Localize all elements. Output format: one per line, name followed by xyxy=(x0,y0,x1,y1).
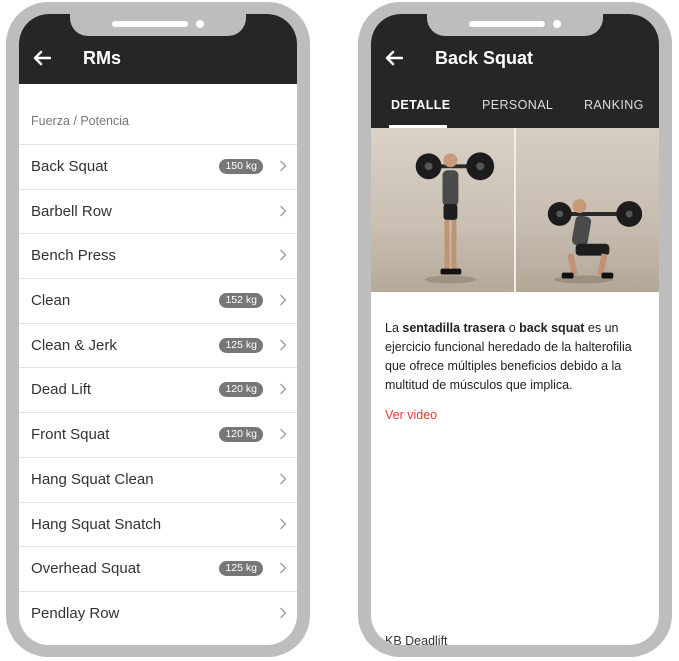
exercise-name: Hang Squat Clean xyxy=(31,470,154,488)
tab-personal[interactable]: PERSONAL xyxy=(482,98,553,112)
exercise-name: Clean xyxy=(31,292,71,310)
chevron-right-icon xyxy=(280,562,287,574)
description-text: o xyxy=(505,321,520,335)
speaker xyxy=(112,21,188,27)
chevron-right-icon xyxy=(280,518,287,529)
chevron-right-icon xyxy=(280,205,287,217)
list-item[interactable]: Hang Squat Clean xyxy=(19,456,297,502)
list-item[interactable]: Clean 152 kg xyxy=(19,278,297,323)
exercise-name: Clean & Jerk xyxy=(31,336,117,354)
phone-frame-left: RMs Fuerza / Potencia Back Squat 150 kg Ba… xyxy=(6,2,310,657)
list-item[interactable]: Hang Squat Snatch xyxy=(19,501,297,547)
exercise-name: Overhead Squat xyxy=(31,560,141,578)
speaker xyxy=(469,21,545,27)
exercise-list: Back Squat 150 kg Barbell Row Bench Press Cl… xyxy=(19,144,297,636)
chevron-right-icon xyxy=(280,160,287,172)
exercise-name: Pendlay Row xyxy=(31,604,120,622)
exercise-name: Bench Press xyxy=(31,247,117,265)
list-item[interactable]: Front Squat 120 kg xyxy=(19,412,297,457)
list-item[interactable]: Back Squat 150 kg xyxy=(19,144,297,189)
rm-weight-badge: 125 kg xyxy=(219,561,263,577)
exercise-name: Dead Lift xyxy=(31,381,92,399)
rm-weight-badge: 120 kg xyxy=(219,382,263,398)
section-label: Fuerza / Potencia xyxy=(31,114,129,128)
rm-weight-badge: 150 kg xyxy=(219,159,263,174)
deep-squat-photo xyxy=(514,128,659,292)
exercise-name: Barbell Row xyxy=(31,202,112,220)
phone-frame-right: Back Squat DETALLE PERSONAL RANKING La s… xyxy=(358,2,672,657)
phone-notch xyxy=(70,14,246,36)
athlete-squatting-illustration xyxy=(547,199,643,284)
exercise-name: Hang Squat Snatch xyxy=(31,515,162,533)
description-bold-term: sentadilla trasera xyxy=(402,321,506,335)
description-text: La xyxy=(385,321,403,335)
camera xyxy=(196,20,204,28)
exercise-name: Front Squat xyxy=(31,426,110,444)
page-title: RMs xyxy=(83,48,122,68)
list-item[interactable]: Bench Press xyxy=(19,233,297,278)
chevron-right-icon xyxy=(280,249,287,261)
list-item[interactable]: Pendlay Row xyxy=(19,590,297,636)
next-exercise-item[interactable]: KB Deadlift xyxy=(385,634,448,645)
list-item[interactable]: Barbell Row xyxy=(19,188,297,234)
rm-weight-badge: 152 kg xyxy=(219,293,263,309)
tab-ranking[interactable]: RANKING xyxy=(584,98,644,112)
exercise-description: La sentadilla trasera o back squat es un… xyxy=(385,319,645,395)
chevron-right-icon xyxy=(280,339,287,351)
rm-weight-badge: 125 kg xyxy=(219,337,263,353)
arrow-left-icon[interactable] xyxy=(385,50,403,66)
tab-detalle[interactable]: DETALLE xyxy=(391,98,451,112)
tab-bar: DETALLE PERSONAL RANKING xyxy=(371,84,659,128)
exercise-detail-screen: Back Squat DETALLE PERSONAL RANKING La s… xyxy=(371,14,659,645)
phone-notch xyxy=(427,14,603,36)
chevron-right-icon xyxy=(280,607,287,619)
page-title: Back Squat xyxy=(435,48,534,68)
description-bold-term: back squat xyxy=(519,321,585,335)
athlete-standing-illustration xyxy=(415,152,495,284)
chevron-right-icon xyxy=(280,473,287,485)
exercise-name: Back Squat xyxy=(31,158,108,175)
list-item[interactable]: Overhead Squat 125 kg xyxy=(19,546,297,591)
list-item[interactable]: Dead Lift 120 kg xyxy=(19,367,297,412)
chevron-right-icon xyxy=(280,383,287,395)
rms-screen: RMs Fuerza / Potencia Back Squat 150 kg Ba… xyxy=(19,14,297,645)
exercise-images xyxy=(371,128,659,292)
list-item[interactable]: Clean & Jerk 125 kg xyxy=(19,322,297,368)
watch-video-link[interactable]: Ver video xyxy=(385,408,437,422)
camera xyxy=(553,20,561,28)
standing-squat-photo xyxy=(371,128,514,292)
arrow-left-icon[interactable] xyxy=(33,50,51,66)
chevron-right-icon xyxy=(280,428,287,440)
rm-weight-badge: 120 kg xyxy=(219,427,263,443)
chevron-right-icon xyxy=(280,294,287,306)
